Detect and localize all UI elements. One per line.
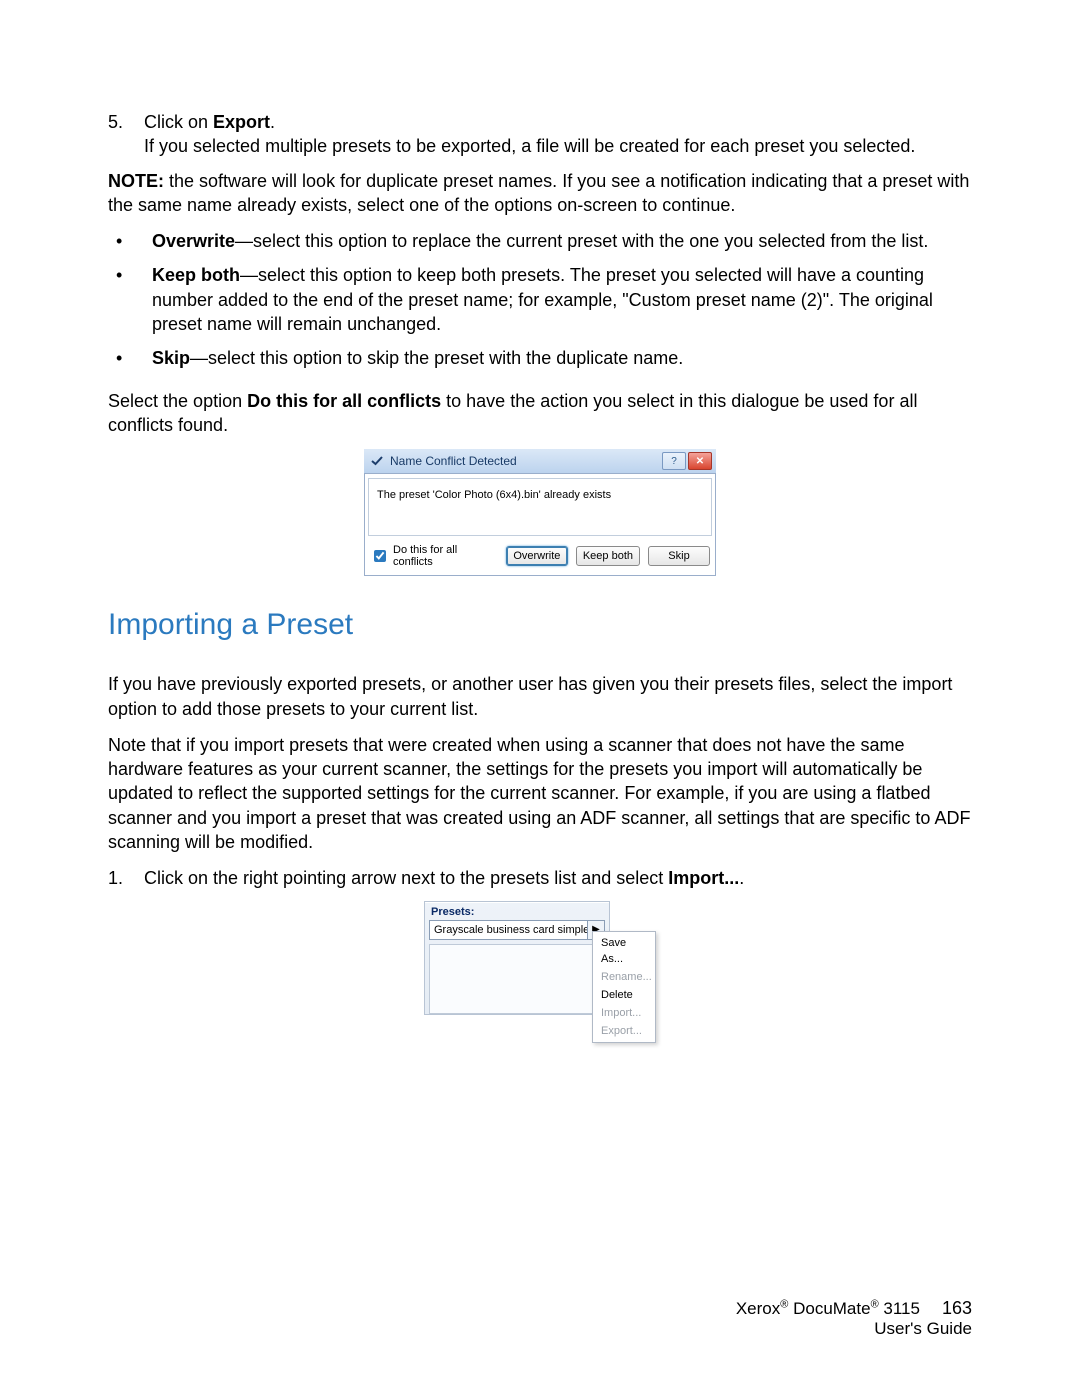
bullet-keepboth-text: select this option to keep both presets.… xyxy=(152,265,933,334)
bullet-overwrite: • Overwrite—select this option to replac… xyxy=(108,229,972,253)
import-step-1-number: 1. xyxy=(108,866,144,890)
conflict-dialog: Name Conflict Detected ? ✕ The preset 'C… xyxy=(364,449,716,576)
do-this-prefix: Select the option xyxy=(108,391,247,411)
bullet-keepboth-label: Keep both xyxy=(152,265,240,285)
importing-preset-heading: Importing a Preset xyxy=(108,608,972,642)
step-5-line2: If you selected multiple presets to be e… xyxy=(144,134,972,158)
conflict-dialog-message: The preset 'Color Photo (6x4).bin' alrea… xyxy=(377,489,703,501)
import-step-1-bold: Import... xyxy=(668,868,739,888)
page-footer: Xerox® DocuMate® 3115163 User's Guide xyxy=(736,1298,972,1339)
menu-item-rename[interactable]: Rename... xyxy=(593,968,655,986)
presets-context-menu: Save As... Rename... Delete Import... Ex… xyxy=(592,931,656,1043)
menu-item-export[interactable]: Export... xyxy=(593,1022,655,1040)
import-para-2: Note that if you import presets that wer… xyxy=(108,733,972,854)
presets-panel: Presets: Grayscale business card simplex… xyxy=(424,901,610,1015)
import-step-1: 1. Click on the right pointing arrow nex… xyxy=(108,866,972,890)
bullet-overwrite-label: Overwrite xyxy=(152,231,235,251)
bullet-skip-label: Skip xyxy=(152,348,190,368)
step-5-text-prefix: Click on xyxy=(144,112,213,132)
note-label: NOTE: xyxy=(108,171,164,191)
conflict-dialog-title: Name Conflict Detected xyxy=(390,454,662,468)
bullet-skip-dash: — xyxy=(190,348,208,368)
presets-selected-value: Grayscale business card simplex 200d xyxy=(434,924,588,936)
overwrite-button[interactable]: Overwrite xyxy=(506,546,568,566)
do-this-all-checkbox-input[interactable] xyxy=(374,550,386,562)
bullet-skip: • Skip—select this option to skip the pr… xyxy=(108,346,972,370)
do-this-all-checkbox[interactable]: Do this for all conflicts xyxy=(370,544,498,568)
step-5-text-suffix: . xyxy=(270,112,275,132)
step-5-text-bold: Export xyxy=(213,112,270,132)
footer-model: 3115 xyxy=(879,1299,920,1318)
help-button[interactable]: ? xyxy=(662,452,686,470)
do-this-bold: Do this for all conflicts xyxy=(247,391,441,411)
presets-label: Presets: xyxy=(431,906,605,918)
footer-subtitle: User's Guide xyxy=(736,1319,972,1339)
note-text: the software will look for duplicate pre… xyxy=(108,171,969,215)
footer-brand-a: Xerox xyxy=(736,1299,780,1318)
import-step-1-suffix: . xyxy=(739,868,744,888)
page-number: 163 xyxy=(942,1298,972,1319)
menu-item-import[interactable]: Import... xyxy=(593,1004,655,1022)
conflict-dialog-titlebar: Name Conflict Detected ? ✕ xyxy=(364,449,716,474)
step-5-number: 5. xyxy=(108,110,144,159)
conflict-dialog-panel: The preset 'Color Photo (6x4).bin' alrea… xyxy=(368,478,712,536)
bullet-overwrite-dash: — xyxy=(235,231,253,251)
skip-button[interactable]: Skip xyxy=(648,546,710,566)
presets-combobox[interactable]: Grayscale business card simplex 200d ▼ xyxy=(429,920,588,940)
do-this-all-checkbox-label: Do this for all conflicts xyxy=(393,544,498,568)
import-step-1-prefix: Click on the right pointing arrow next t… xyxy=(144,868,668,888)
presets-preview-area xyxy=(429,944,605,1014)
footer-brand-b: DocuMate xyxy=(788,1299,870,1318)
checkmark-icon xyxy=(370,454,384,468)
bullet-keepboth: • Keep both—select this option to keep b… xyxy=(108,263,972,336)
import-para-1: If you have previously exported presets,… xyxy=(108,672,972,721)
bullet-keepboth-dash: — xyxy=(240,265,258,285)
note-paragraph: NOTE: the software will look for duplica… xyxy=(108,169,972,218)
bullet-dot-icon: • xyxy=(108,263,152,336)
menu-item-delete[interactable]: Delete xyxy=(593,986,655,1004)
menu-item-save-as[interactable]: Save As... xyxy=(593,934,655,968)
bullet-dot-icon: • xyxy=(108,346,152,370)
bullet-dot-icon: • xyxy=(108,229,152,253)
options-bullets: • Overwrite—select this option to replac… xyxy=(108,229,972,370)
keep-both-button[interactable]: Keep both xyxy=(576,546,640,566)
do-this-paragraph: Select the option Do this for all confli… xyxy=(108,389,972,438)
bullet-overwrite-text: select this option to replace the curren… xyxy=(253,231,928,251)
registered-icon: ® xyxy=(871,1298,879,1310)
close-button[interactable]: ✕ xyxy=(688,452,712,470)
step-5: 5. Click on Export. If you selected mult… xyxy=(108,110,972,159)
bullet-skip-text: select this option to skip the preset wi… xyxy=(208,348,683,368)
